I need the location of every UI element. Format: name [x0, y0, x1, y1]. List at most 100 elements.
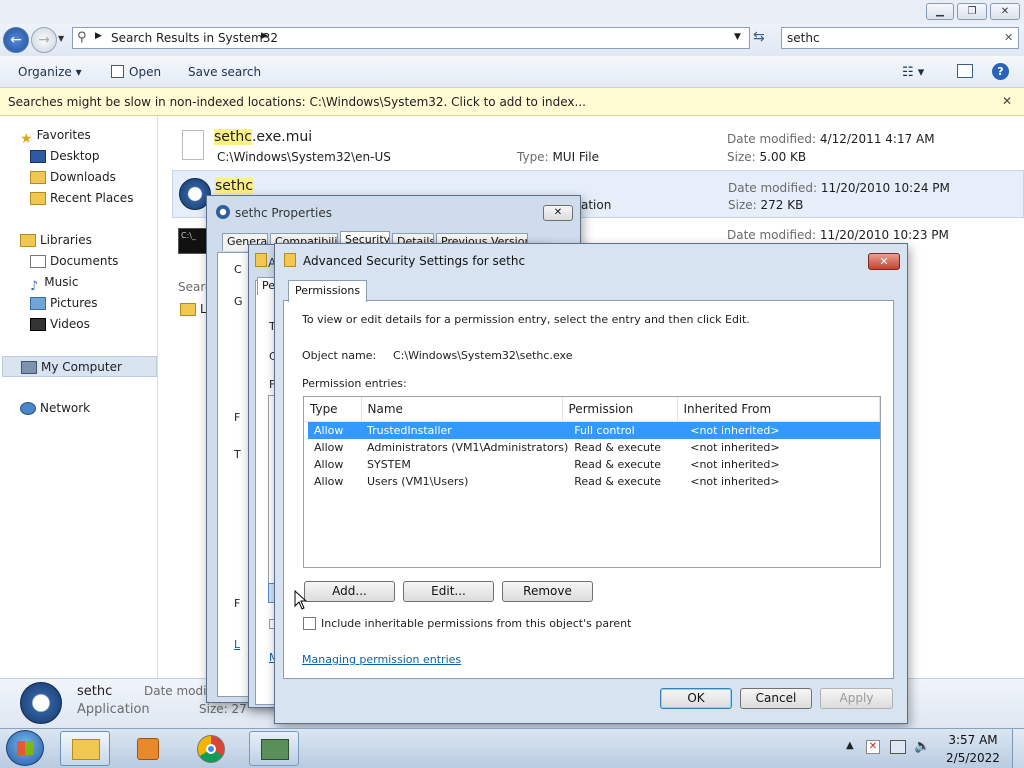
breadcrumb-next-chevron-icon[interactable]: ▶ [261, 31, 268, 41]
taskbar-chrome[interactable] [186, 731, 236, 766]
open-button[interactable]: Open [129, 65, 161, 79]
recent-pages-chevron-icon[interactable]: ▼ [58, 34, 64, 43]
clear-search-icon[interactable]: ✕ [1004, 31, 1013, 44]
sidebar-item-recent-places[interactable]: Recent Places [30, 188, 133, 209]
table-row[interactable]: Allow SYSTEM Read & execute <not inherit… [308, 456, 880, 473]
dismiss-icon[interactable]: ✕ [1002, 94, 1012, 108]
breadcrumb[interactable]: Search Results in System32 [111, 31, 278, 45]
close-button[interactable]: ✕ [868, 253, 900, 270]
cancel-button[interactable]: Cancel [740, 688, 812, 709]
column-header[interactable]: Name [361, 397, 563, 422]
search-input[interactable]: sethc [787, 31, 820, 45]
stub-letter: C [234, 263, 242, 276]
apply-button[interactable]: Apply [820, 688, 893, 709]
table-row[interactable]: Allow TrustedInstaller Full control <not… [308, 422, 880, 439]
close-button[interactable]: ✕ [543, 205, 573, 221]
cell-inherited: <not inherited> [690, 441, 780, 454]
show-hidden-icons[interactable]: ▲ [846, 740, 854, 751]
organize-button[interactable]: Organize ▾ [18, 65, 82, 79]
chrome-icon [197, 735, 225, 763]
show-desktop-button[interactable] [1012, 729, 1024, 768]
open-icon [111, 65, 124, 78]
cell-name: SYSTEM [367, 458, 411, 471]
clock-date[interactable]: 2/5/2022 [938, 751, 1008, 765]
date-label: Date modified: [727, 132, 817, 146]
sidebar-item-videos[interactable]: Videos [30, 314, 90, 335]
restore-button[interactable]: ❐ [957, 3, 987, 20]
save-search-button[interactable]: Save search [188, 65, 261, 79]
taskbar-computer-management[interactable] [249, 731, 299, 766]
inherit-checkbox-label[interactable]: Include inheritable permissions from thi… [321, 617, 631, 630]
sidebar-item-pictures[interactable]: Pictures [30, 293, 98, 314]
sidebar-item-network[interactable]: Network [20, 398, 90, 419]
network-tray-icon[interactable] [890, 740, 906, 754]
date-label: Date modified: [727, 228, 817, 242]
remove-button[interactable]: Remove [502, 581, 593, 602]
list-item[interactable]: sethc.exe.mui C:\Windows\System32\en-US … [172, 122, 1024, 170]
column-header[interactable]: Type [304, 397, 362, 422]
clock-time[interactable]: 3:57 AM [938, 733, 1008, 747]
table-row[interactable]: Allow Administrators (VM1\Administrators… [308, 439, 880, 456]
sidebar-item-my-computer[interactable]: My Computer [2, 356, 157, 377]
taskbar-media-player[interactable] [123, 731, 173, 766]
action-center-icon[interactable]: ✕ [866, 740, 880, 754]
sidebar-item-downloads[interactable]: Downloads [30, 167, 116, 188]
preview-pane-icon[interactable] [957, 64, 973, 78]
edit-button[interactable]: Edit... [403, 581, 494, 602]
documents-icon [30, 255, 46, 268]
managing-permissions-link[interactable]: Managing permission entries [302, 653, 461, 666]
details-name: sethc [77, 684, 113, 699]
index-warning-text[interactable]: Searches might be slow in non-indexed lo… [8, 95, 586, 109]
sidebar-favorites[interactable]: ★ Favorites [20, 125, 91, 147]
details-type: Application [77, 702, 150, 717]
videos-icon [30, 318, 46, 331]
views-icon[interactable]: ☷ ▾ [902, 65, 924, 80]
size-label: Size: [727, 150, 756, 164]
library-folder-icon[interactable] [180, 303, 196, 316]
taskbar-explorer[interactable] [60, 731, 110, 766]
cell-name: Users (VM1\Users) [367, 475, 469, 488]
table-row[interactable]: Allow Users (VM1\Users) Read & execute <… [308, 473, 880, 490]
sidebar-libraries[interactable]: Libraries [20, 230, 92, 251]
stub-link[interactable]: L [234, 638, 240, 651]
ok-button[interactable]: OK [660, 688, 732, 709]
cell-type: Allow [308, 422, 361, 439]
sidebar-item-desktop[interactable]: Desktop [30, 146, 100, 167]
advanced-security-dialog: Advanced Security Settings for sethc ✕ P… [274, 243, 908, 724]
refresh-icon[interactable]: ⇆ [753, 29, 765, 45]
back-button[interactable]: ← [3, 27, 29, 53]
sidebar-item-music[interactable]: ♪ Music [30, 272, 79, 294]
forward-button[interactable]: → [31, 27, 57, 53]
index-warning-bar[interactable]: Searches might be slow in non-indexed lo… [0, 88, 1024, 116]
minimize-button[interactable]: ▁ [926, 3, 954, 20]
cell-inherited: <not inherited> [690, 475, 780, 488]
sidebar-item-documents[interactable]: Documents [30, 251, 118, 272]
add-button[interactable]: Add... [304, 581, 395, 602]
pictures-icon [30, 297, 46, 310]
network-icon [20, 402, 36, 415]
sidebar-label: Videos [50, 317, 90, 331]
address-bar[interactable]: ⚲ ▶ Search Results in System32 ▶ ▼ [72, 27, 750, 49]
sidebar-label: Music [44, 275, 79, 289]
volume-icon[interactable]: 🔈 [914, 739, 930, 754]
column-header[interactable]: Inherited From [677, 397, 880, 422]
libraries-icon [20, 234, 36, 247]
address-dropdown-icon[interactable]: ▼ [734, 32, 741, 42]
cell-inherited: <not inherited> [690, 458, 780, 471]
permission-entries-list[interactable]: Type Name Permission Inherited From Allo… [303, 396, 881, 568]
help-icon[interactable]: ? [992, 63, 1009, 80]
tab-permissions[interactable]: Permissions [288, 280, 368, 302]
breadcrumb-chevron-icon[interactable]: ▶ [95, 31, 102, 41]
title-bar: ▁ ❐ ✕ [0, 0, 1024, 24]
file-type-partial: ation [581, 198, 612, 212]
inherit-checkbox[interactable] [303, 617, 316, 630]
object-name-value: C:\Windows\System32\sethc.exe [393, 349, 573, 362]
start-button[interactable] [6, 730, 44, 766]
column-header[interactable]: Permission [562, 397, 678, 422]
table-header: Type Name Permission Inherited From [304, 397, 880, 422]
search-box[interactable]: sethc ✕ [781, 27, 1019, 49]
cell-permission: Read & execute [574, 441, 662, 454]
close-button[interactable]: ✕ [990, 3, 1020, 20]
downloads-folder-icon [30, 171, 46, 184]
cell-type: Allow [314, 441, 344, 454]
